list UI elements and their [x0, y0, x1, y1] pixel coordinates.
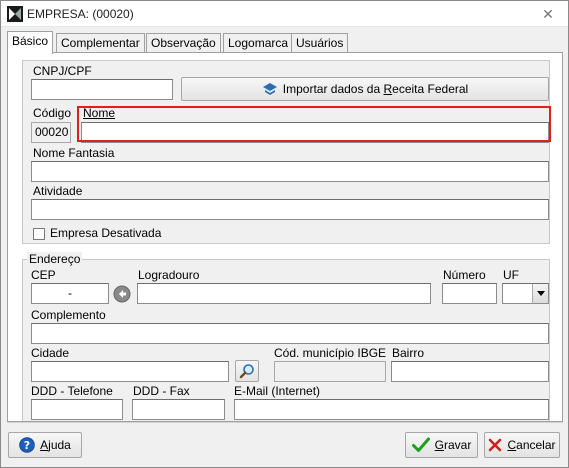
import-button-label: Importar dados da Receita Federal [282, 82, 469, 96]
logradouro-input[interactable] [137, 283, 431, 304]
desativada-checkbox[interactable] [33, 228, 45, 240]
app-logo-icon [7, 6, 23, 22]
tab-label: Observação [151, 36, 216, 50]
window-title: EMPRESA: (00020) [27, 7, 134, 21]
title-bar: EMPRESA: (00020) ✕ [1, 1, 568, 27]
fantasia-label: Nome Fantasia [33, 146, 115, 160]
cidade-label: Cidade [31, 346, 70, 360]
company-dialog: EMPRESA: (00020) ✕ Básico Complementar O… [0, 0, 569, 468]
tab-complementar[interactable]: Complementar [56, 33, 145, 53]
uf-select[interactable] [502, 283, 549, 304]
chevron-down-icon [532, 284, 548, 303]
cidade-input[interactable] [31, 361, 229, 382]
cidade-search-button[interactable] [235, 360, 259, 382]
cancel-x-icon [489, 438, 502, 452]
ddd-telefone-input[interactable] [31, 399, 123, 420]
logradouro-label: Logradouro [138, 268, 200, 282]
cancel-button[interactable]: Cancelar [484, 432, 560, 458]
complemento-label: Complemento [31, 308, 106, 322]
nome-input[interactable] [81, 122, 549, 143]
address-group: Endereço CEP - Logradouro Número UF Comp… [22, 252, 550, 421]
tab-logomarca[interactable]: Logomarca [223, 33, 294, 53]
atividade-label: Atividade [33, 184, 83, 198]
atividade-input[interactable] [31, 199, 549, 220]
cnpj-input[interactable] [31, 79, 173, 100]
help-button-label: Ajuda [40, 438, 71, 452]
tab-label: Usuários [296, 36, 344, 50]
cep-label: CEP [31, 268, 56, 282]
tab-label: Logomarca [228, 36, 289, 50]
tab-usuarios[interactable]: Usuários [291, 33, 349, 53]
tab-label: Básico [12, 34, 49, 48]
tab-label: Complementar [61, 36, 140, 50]
fantasia-input[interactable] [31, 161, 549, 182]
basic-group: CNPJ/CPF Importar dados da Receita Feder… [22, 60, 550, 244]
email-label: E-Mail (Internet) [234, 384, 321, 398]
complemento-input[interactable] [31, 323, 549, 344]
footer-divider [7, 422, 563, 423]
email-input[interactable] [234, 399, 549, 420]
address-legend: Endereço [27, 252, 83, 266]
magnifier-icon [239, 364, 254, 379]
receita-federal-icon [262, 83, 277, 95]
cancel-button-label: Cancelar [507, 438, 556, 452]
tab-basico[interactable]: Básico [7, 31, 54, 54]
svg-text:?: ? [24, 439, 30, 452]
numero-label: Número [443, 268, 486, 282]
close-icon[interactable]: ✕ [538, 4, 558, 24]
bairro-label: Bairro [392, 346, 425, 360]
save-button[interactable]: Gravar [405, 432, 478, 458]
ddd-telefone-label: DDD - Telefone [31, 384, 113, 398]
numero-input[interactable] [442, 283, 497, 304]
tab-panel-basico: CNPJ/CPF Importar dados da Receita Feder… [7, 52, 563, 422]
help-button[interactable]: ? Ajuda [8, 432, 82, 458]
tab-observacao[interactable]: Observação [146, 33, 221, 53]
ibge-field [274, 361, 386, 382]
codigo-field: 00020 [31, 122, 71, 143]
codigo-label: Código [33, 106, 72, 120]
nome-label: Nome [83, 106, 116, 120]
cep-lookup-icon[interactable] [113, 285, 131, 303]
uf-label: UF [503, 268, 519, 282]
import-receita-button[interactable]: Importar dados da Receita Federal [181, 77, 549, 101]
ibge-label: Cód. município IBGE [274, 346, 387, 360]
help-icon: ? [19, 437, 35, 453]
cep-input[interactable]: - [31, 283, 109, 304]
save-button-label: Gravar [434, 438, 472, 452]
checkmark-icon [411, 437, 430, 452]
ddd-fax-label: DDD - Fax [133, 384, 190, 398]
ddd-fax-input[interactable] [132, 399, 225, 420]
desativada-label: Empresa Desativada [50, 226, 162, 240]
bairro-input[interactable] [391, 361, 549, 382]
cnpj-label: CNPJ/CPF [33, 64, 92, 78]
